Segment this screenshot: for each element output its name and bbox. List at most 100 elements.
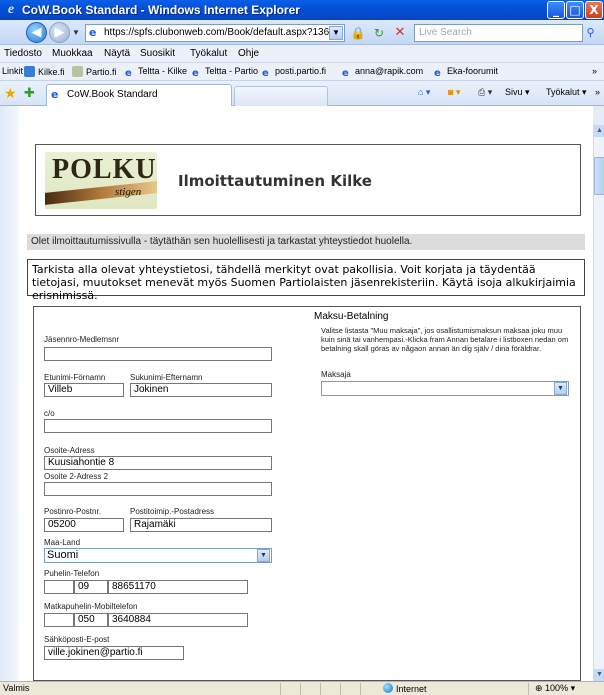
link-eka-foorumit[interactable]: e Eka-foorumit bbox=[434, 66, 498, 79]
status-bar: Valmis Internet ⊕ 100% ▾ bbox=[0, 681, 604, 695]
member-number-input[interactable] bbox=[44, 347, 272, 361]
kilke-icon bbox=[24, 66, 35, 77]
title-bar: e CoW.Book Standard - Windows Internet E… bbox=[0, 0, 604, 20]
refresh-button[interactable]: ↻ bbox=[369, 24, 389, 42]
mobile-country-code-input[interactable] bbox=[44, 613, 74, 627]
forward-button[interactable]: ▶ bbox=[49, 22, 70, 43]
menu-favorites[interactable]: Suosikit bbox=[140, 48, 175, 59]
city-label: Postitoimip.-Postadress bbox=[130, 507, 215, 516]
status-divider bbox=[280, 683, 281, 695]
ie-page-icon: e bbox=[434, 68, 441, 79]
phone-country-code-input[interactable] bbox=[44, 580, 74, 594]
ie-page-icon: e bbox=[125, 68, 132, 79]
minimize-button[interactable]: _ bbox=[547, 1, 565, 19]
link-teltta-partio[interactable]: e Teltta - Partio bbox=[192, 66, 258, 79]
payment-title: Maksu-Betalning bbox=[314, 311, 389, 322]
notice-box: Tarkista alla olevat yhteystietosi, tähd… bbox=[27, 259, 585, 302]
tab-bar: ★ ✚ e CoW.Book Standard ⌂ ▾ ◙ ▾ ⎙ ▾ Sivu… bbox=[0, 81, 604, 106]
back-button[interactable]: ◀ bbox=[26, 22, 47, 43]
print-icon[interactable]: ⎙ ▾ bbox=[478, 87, 492, 98]
scroll-up-icon[interactable]: ▲ bbox=[594, 125, 604, 137]
chevron-down-icon[interactable]: ▼ bbox=[257, 549, 270, 562]
zip-input[interactable]: 05200 bbox=[44, 518, 124, 532]
phone-area-code-input[interactable]: 09 bbox=[74, 580, 108, 594]
email-label: Sähköposti-E-post bbox=[44, 635, 110, 644]
country-label: Maa-Land bbox=[44, 538, 81, 547]
feeds-icon[interactable]: ◙ ▾ bbox=[448, 87, 460, 98]
info-message: Olet ilmoittautumissivulla - täytäthän s… bbox=[27, 234, 585, 250]
link-anna-rapik[interactable]: e anna@rapik.com bbox=[342, 66, 423, 79]
lastname-input[interactable]: Jokinen bbox=[130, 383, 272, 397]
status-divider bbox=[528, 683, 529, 695]
country-select[interactable]: Suomi ▼ bbox=[44, 548, 272, 563]
member-number-label: Jäsennro-Medlemsnr bbox=[44, 335, 120, 344]
logo-subtext: stigen bbox=[115, 186, 142, 198]
page-content: POLKU stigen Ilmoittautuminen Kilke Olet… bbox=[19, 106, 593, 681]
menu-tools[interactable]: Työkalut bbox=[190, 48, 227, 59]
firstname-label: Etunimi-Förnamn bbox=[44, 373, 106, 382]
search-icon[interactable]: ⚲ bbox=[583, 24, 598, 42]
address-input[interactable]: Kuusiahontie 8 bbox=[44, 456, 272, 470]
status-text: Valmis bbox=[3, 683, 30, 693]
co-input[interactable] bbox=[44, 419, 272, 433]
ie-page-icon: e bbox=[192, 68, 199, 79]
search-input[interactable]: Live Search bbox=[414, 24, 583, 42]
url-input[interactable]: e https://spfs.clubonweb.com/Book/defaul… bbox=[85, 24, 345, 42]
maximize-button[interactable]: □ bbox=[566, 1, 584, 19]
menu-file[interactable]: Tiedosto bbox=[4, 48, 42, 59]
payer-select[interactable]: ▼ bbox=[321, 381, 569, 396]
partio-icon bbox=[72, 66, 83, 77]
payment-instructions: Valitse listasta "Muu maksaja", jos osal… bbox=[321, 326, 569, 353]
close-button[interactable]: X bbox=[585, 1, 603, 19]
phone-label: Puhelin-Telefon bbox=[44, 569, 100, 578]
menu-edit[interactable]: Muokkaa bbox=[52, 48, 93, 59]
city-input[interactable]: Rajamäki bbox=[130, 518, 272, 532]
email-input[interactable]: ville.jokinen@partio.fi bbox=[44, 646, 184, 660]
firstname-input[interactable]: Villeb bbox=[44, 383, 124, 397]
chevron-down-icon[interactable]: ▼ bbox=[554, 382, 567, 395]
scroll-down-icon[interactable]: ▼ bbox=[594, 669, 604, 681]
page-title: Ilmoittautuminen Kilke bbox=[178, 172, 372, 190]
globe-icon bbox=[383, 683, 393, 693]
links-overflow-icon[interactable]: » bbox=[592, 66, 597, 76]
link-kilke[interactable]: Kilke.fi bbox=[24, 66, 65, 77]
co-label: c/o bbox=[44, 409, 55, 418]
link-partio[interactable]: Partio.fi bbox=[72, 66, 117, 77]
toolbar-overflow-icon[interactable]: » bbox=[595, 87, 600, 97]
menu-help[interactable]: Ohje bbox=[238, 48, 259, 59]
page-menu[interactable]: Sivu ▾ bbox=[505, 87, 530, 98]
phone-number-input[interactable]: 88651170 bbox=[108, 580, 248, 594]
favorites-star-icon[interactable]: ★ bbox=[4, 85, 17, 102]
polku-logo: POLKU stigen bbox=[45, 152, 157, 209]
home-icon[interactable]: ⌂ ▾ bbox=[418, 87, 430, 98]
lock-icon[interactable]: 🔒 bbox=[348, 24, 368, 42]
page-margin bbox=[0, 106, 19, 681]
logo-text: POLKU bbox=[52, 154, 157, 185]
address-label: Osoite-Adress bbox=[44, 446, 95, 455]
ie-icon: e bbox=[7, 2, 15, 17]
stop-button[interactable]: ✕ bbox=[390, 24, 410, 42]
mobile-number-input[interactable]: 3640884 bbox=[108, 613, 248, 627]
menu-view[interactable]: Näytä bbox=[104, 48, 130, 59]
link-posti-partio[interactable]: e posti.partio.fi bbox=[262, 66, 326, 79]
mobile-label: Matkapuhelin-Mobiltelefon bbox=[44, 602, 138, 611]
ie-page-icon: e bbox=[51, 88, 59, 101]
tab-cowbook[interactable]: e CoW.Book Standard bbox=[46, 84, 232, 106]
zoom-level[interactable]: ⊕ 100% ▾ bbox=[535, 683, 575, 694]
url-dropdown-icon[interactable]: ▼ bbox=[329, 26, 343, 40]
links-bar: Linkit Kilke.fi Partio.fi e Teltta - Kilk… bbox=[0, 63, 604, 81]
vertical-scrollbar[interactable]: ▲ ▼ bbox=[593, 125, 604, 681]
tools-menu[interactable]: Työkalut ▾ bbox=[546, 87, 587, 98]
link-teltta-kilke[interactable]: e Teltta - Kilke bbox=[125, 66, 187, 79]
scroll-thumb[interactable] bbox=[594, 157, 604, 195]
tab-label: CoW.Book Standard bbox=[67, 89, 158, 100]
mobile-area-code-input[interactable]: 050 bbox=[74, 613, 108, 627]
security-zone[interactable]: Internet bbox=[383, 683, 427, 694]
scrollbar-top-spacer bbox=[593, 106, 604, 125]
new-tab-button[interactable] bbox=[234, 86, 328, 106]
address-bar: ◀ ▶ ▼ e https://spfs.clubonweb.com/Book/… bbox=[0, 20, 604, 45]
status-divider bbox=[360, 683, 361, 695]
history-dropdown-icon[interactable]: ▼ bbox=[72, 28, 80, 37]
address2-input[interactable] bbox=[44, 482, 272, 496]
add-favorite-icon[interactable]: ✚ bbox=[24, 85, 35, 101]
